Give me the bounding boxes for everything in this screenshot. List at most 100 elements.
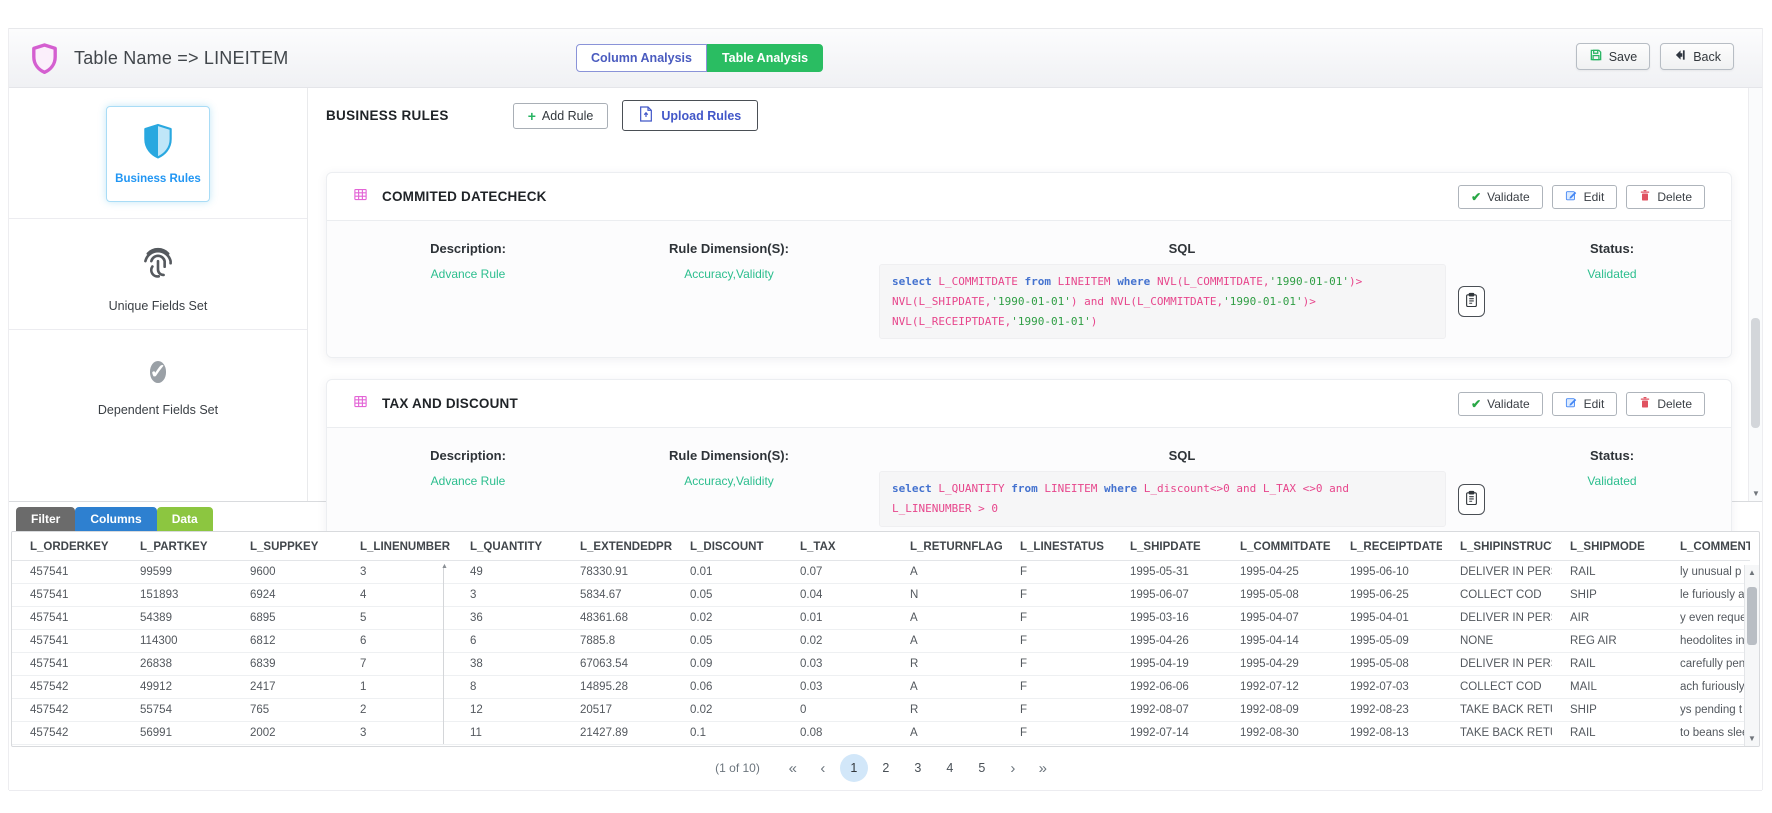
table-cell: 2002	[232, 722, 342, 745]
table-cell: 1992-06-06	[1112, 676, 1222, 699]
table-cell: 0.04	[782, 584, 892, 607]
table-cell: SHIP	[1552, 699, 1662, 722]
table-cell: 1995-04-29	[1222, 653, 1332, 676]
page-button-4[interactable]: 4	[936, 754, 964, 782]
column-header[interactable]: L_EXTENDEDPRICI	[562, 532, 672, 561]
scroll-up-icon[interactable]: ▲	[1745, 568, 1759, 577]
page-summary: (1 of 10)	[715, 761, 760, 775]
column-header[interactable]: L_ORDERKEY	[12, 532, 122, 561]
column-header[interactable]: L_SUPPKEY	[232, 532, 342, 561]
last-page-button[interactable]: »	[1030, 755, 1056, 781]
column-header[interactable]: L_LINENUMBER	[342, 532, 452, 561]
add-rule-button[interactable]: + Add Rule	[513, 103, 609, 129]
column-header[interactable]: L_QUANTITY	[452, 532, 562, 561]
column-header[interactable]: L_RETURNFLAG	[892, 532, 1002, 561]
table-cell: REG AIR	[1552, 630, 1662, 653]
table-row[interactable]: 45754256991200231121427.890.10.08AF1992-…	[12, 722, 1750, 745]
table-cell: R	[892, 699, 1002, 722]
table-cell: 20517	[562, 699, 672, 722]
column-header[interactable]: L_LINESTATUS	[1002, 532, 1112, 561]
rule-card-tax-and-discount: TAX AND DISCOUNT ✔ Validate Edit	[326, 379, 1732, 546]
tab-column-analysis[interactable]: Column Analysis	[576, 44, 707, 72]
upper-scrollbar[interactable]: ▼	[1748, 88, 1762, 501]
save-button[interactable]: Save	[1576, 43, 1651, 70]
table-cell: 1995-06-10	[1332, 561, 1442, 584]
back-button[interactable]: Back	[1660, 43, 1734, 70]
table-cell: 1992-08-30	[1222, 722, 1332, 745]
edit-button[interactable]: Edit	[1552, 392, 1618, 416]
tab-data[interactable]: Data	[157, 507, 213, 531]
validate-button[interactable]: ✔ Validate	[1458, 185, 1543, 209]
copy-sql-button[interactable]	[1458, 484, 1485, 515]
table-row[interactable]: 45754154389689553648361.680.020.01AF1995…	[12, 607, 1750, 630]
table-cell: A	[892, 722, 1002, 745]
next-page-button[interactable]: ›	[1000, 755, 1026, 781]
table-cell: 1995-04-01	[1332, 607, 1442, 630]
page-button-2[interactable]: 2	[872, 754, 900, 782]
back-label: Back	[1693, 50, 1721, 64]
column-header[interactable]: L_COMMENT	[1662, 532, 1750, 561]
table-cell: 1992-07-03	[1332, 676, 1442, 699]
edit-button[interactable]: Edit	[1552, 185, 1618, 209]
table-cell: 457541	[12, 607, 122, 630]
table-scrollbar[interactable]: ▲ ▼	[1744, 565, 1759, 746]
column-header[interactable]: L_PARTKEY	[122, 532, 232, 561]
column-header[interactable]: L_RECEIPTDATE	[1332, 532, 1442, 561]
scrollbar-thumb[interactable]	[1751, 318, 1760, 428]
copy-sql-button[interactable]	[1458, 286, 1485, 317]
table-cell: ys pending t	[1662, 699, 1750, 722]
page-button-3[interactable]: 3	[904, 754, 932, 782]
table-cell: 0.02	[672, 607, 782, 630]
column-header[interactable]: L_TAX	[782, 532, 892, 561]
page-button-1[interactable]: 1	[840, 754, 868, 782]
table-cell: 5834.67	[562, 584, 672, 607]
table-row[interactable]: 45754199599960034978330.910.010.07AF1995…	[12, 561, 1750, 584]
page-button-5[interactable]: 5	[968, 754, 996, 782]
scroll-down-icon[interactable]: ▼	[1745, 734, 1759, 743]
table-cell: le furiously alongsi	[1662, 584, 1750, 607]
status-label: Status:	[1493, 241, 1731, 256]
tab-table-analysis[interactable]: Table Analysis	[707, 44, 823, 72]
table-row[interactable]: 45754255754765212205170.020RF1992-08-071…	[12, 699, 1750, 722]
sidebar-item-business-rules[interactable]: Business Rules	[106, 106, 210, 202]
edit-pencil-icon	[1565, 396, 1578, 412]
frozen-column-scrollbar[interactable]: ▲	[443, 566, 452, 744]
table-cell: TAKE BACK RETURI	[1442, 699, 1552, 722]
sidebar-item-dependent-fields-set[interactable]: ✓ Dependent Fields Set	[9, 330, 307, 417]
table-row[interactable]: 45754126838683973867063.540.090.03RF1995…	[12, 653, 1750, 676]
scrollbar-thumb[interactable]	[1747, 587, 1757, 645]
table-row[interactable]: 4575424991224171814895.280.060.03AF1992-…	[12, 676, 1750, 699]
rule-name: COMMITED DATECHECK	[382, 189, 547, 204]
table-cell: 0.01	[782, 607, 892, 630]
table-row[interactable]: 4575411143006812667885.80.050.02AF1995-0…	[12, 630, 1750, 653]
sidebar-item-unique-fields-set[interactable]: Unique Fields Set	[9, 219, 307, 313]
column-header[interactable]: L_SHIPDATE	[1112, 532, 1222, 561]
column-header[interactable]: L_SHIPMODE	[1552, 532, 1662, 561]
column-header[interactable]: L_SHIPINSTRUCT	[1442, 532, 1552, 561]
pager-pages: 12345	[840, 754, 996, 782]
validate-button[interactable]: ✔ Validate	[1458, 392, 1543, 416]
scroll-up-icon[interactable]: ▲	[441, 563, 448, 570]
prev-page-button[interactable]: ‹	[810, 755, 836, 781]
table-cell: 78330.91	[562, 561, 672, 584]
panel-title: BUSINESS RULES	[326, 108, 449, 123]
tab-columns[interactable]: Columns	[75, 507, 156, 531]
table-row[interactable]: 4575411518936924435834.670.050.04NF1995-…	[12, 584, 1750, 607]
column-header[interactable]: L_COMMITDATE	[1222, 532, 1332, 561]
table-cell: 54389	[122, 607, 232, 630]
table-cell: RAIL	[1552, 561, 1662, 584]
delete-button[interactable]: Delete	[1626, 185, 1705, 209]
first-page-button[interactable]: «	[780, 755, 806, 781]
delete-button[interactable]: Delete	[1626, 392, 1705, 416]
shield-icon	[142, 123, 174, 164]
table-cell: 0.01	[672, 561, 782, 584]
scroll-down-icon[interactable]: ▼	[1749, 489, 1763, 498]
column-header[interactable]: L_DISCOUNT	[672, 532, 782, 561]
upload-rules-button[interactable]: Upload Rules	[622, 100, 758, 131]
dimension-value: Accuracy,Validity	[609, 474, 849, 488]
tab-filter[interactable]: Filter	[16, 507, 75, 531]
table-cell: 6	[342, 630, 452, 653]
check-icon: ✔	[1471, 397, 1481, 411]
table-cell: 1992-07-14	[1112, 722, 1222, 745]
clipboard-icon	[1465, 490, 1478, 509]
